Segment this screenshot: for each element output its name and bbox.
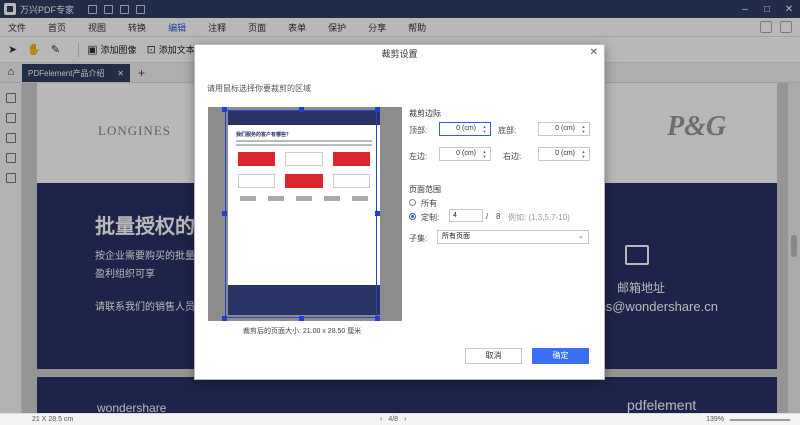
right-margin-value: 0 (cm) (555, 150, 575, 157)
range-separator: / (486, 212, 489, 221)
crop-handle-top-left[interactable] (222, 107, 227, 112)
crop-handle-bottom[interactable] (299, 316, 304, 321)
range-all-label: 所有 (421, 199, 437, 208)
right-margin-input[interactable]: 0 (cm) ▲ ▼ (538, 147, 590, 161)
ok-button[interactable]: 确定 (532, 348, 589, 364)
crop-handle-top-right[interactable] (375, 107, 380, 112)
next-page-icon[interactable]: › (404, 416, 406, 423)
stepper-arrows-icon[interactable]: ▲ ▼ (480, 149, 489, 159)
prev-page-icon[interactable]: ‹ (380, 416, 382, 423)
range-example: 例如: (1,3,5,7-10) (508, 213, 570, 222)
left-margin-input[interactable]: 0 (cm) ▲ ▼ (439, 147, 491, 161)
top-margin-input[interactable]: 0 (cm) ▲ ▼ (439, 122, 491, 136)
crop-preview[interactable]: 我们服务的客户有哪些？ (208, 107, 402, 321)
stepper-arrows-icon[interactable]: ▲ ▼ (579, 149, 588, 159)
zoom-slider[interactable] (730, 418, 790, 421)
bottom-margin-label: 底部: (498, 126, 517, 135)
chevron-down-icon: ⌄ (578, 233, 584, 240)
pager: ‹ 4/8 › (380, 416, 406, 423)
subset-value: 所有页面 (442, 233, 470, 240)
zoom-control: 139% (706, 416, 790, 423)
dialog-title: 裁剪设置 (381, 49, 418, 59)
range-custom-radio[interactable] (409, 213, 416, 220)
range-all-radio[interactable] (409, 199, 416, 206)
subset-label: 子集: (409, 234, 428, 243)
range-custom-input[interactable]: 4 (449, 209, 483, 222)
range-custom-label: 定制: (421, 213, 440, 222)
crop-handle-bottom-right[interactable] (375, 316, 380, 321)
margins-section-title: 裁剪边际 (409, 109, 441, 118)
bottom-margin-input[interactable]: 0 (cm) ▲ ▼ (538, 122, 590, 136)
stepper-arrows-icon[interactable]: ▲ ▼ (579, 124, 588, 134)
page-range-title: 页面范围 (409, 185, 441, 194)
cancel-button[interactable]: 取消 (465, 348, 522, 364)
crop-handle-right[interactable] (375, 211, 380, 216)
zoom-level[interactable]: 139% (706, 416, 724, 423)
cropped-size-caption: 裁剪后的页面大小: 21.00 x 28.50 厘米 (243, 328, 362, 335)
top-margin-value: 0 (cm) (456, 125, 476, 132)
page-indicator[interactable]: 4/8 (388, 416, 398, 423)
crop-handle-bottom-left[interactable] (222, 316, 227, 321)
left-margin-label: 左边: (409, 152, 428, 161)
right-margin-label: 右边: (503, 152, 522, 161)
left-margin-value: 0 (cm) (456, 150, 476, 157)
bottom-margin-value: 0 (cm) (555, 125, 575, 132)
status-bar: 21 X 28.5 cm ‹ 4/8 › 139% (0, 413, 800, 425)
subset-select[interactable]: 所有页面 ⌄ (437, 230, 589, 244)
crop-handle-left[interactable] (222, 211, 227, 216)
page-size: 21 X 28.5 cm (32, 416, 74, 423)
top-margin-label: 顶部: (409, 126, 428, 135)
stepper-arrows-icon[interactable]: ▲ ▼ (480, 124, 489, 134)
crop-selection-box[interactable] (225, 110, 377, 318)
crop-handle-top[interactable] (299, 107, 304, 112)
crop-settings-dialog: 裁剪设置 ✕ 请用鼠标选择你要裁剪的区域 我们服务的客户有哪些？ 裁剪后的页面大… (194, 44, 605, 380)
range-total: 8 (496, 212, 501, 221)
dialog-hint: 请用鼠标选择你要裁剪的区域 (207, 84, 311, 93)
dialog-close-icon[interactable]: ✕ (590, 47, 598, 58)
